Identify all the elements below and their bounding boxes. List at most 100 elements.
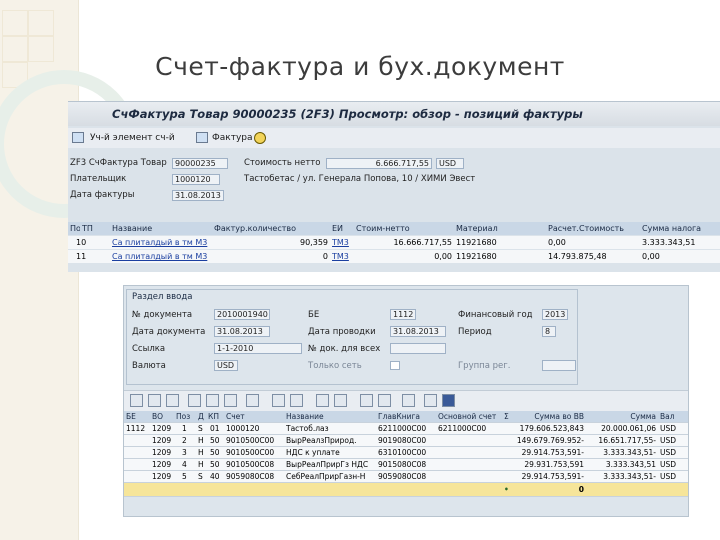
item-description-link[interactable]: Са плиталдый в тм М3: [112, 236, 212, 249]
invoice-window: СчФактура Товар 90000235 (2F3) Просмотр:…: [68, 101, 720, 272]
column-header: Фактур.количество: [214, 224, 296, 233]
document-number-field[interactable]: 2010001940: [214, 309, 270, 320]
cell-business-area: 1209: [152, 436, 172, 445]
cell-posting-key: 01: [210, 424, 220, 433]
subtotal-icon[interactable]: [290, 394, 303, 407]
invoice-date-field[interactable]: 31.08.2013: [172, 190, 224, 201]
display-icon[interactable]: [254, 132, 266, 144]
net-only-checkbox[interactable]: [390, 361, 400, 370]
accounting-icon[interactable]: [72, 132, 84, 143]
cell-currency: USD: [660, 448, 677, 457]
item-cost: 14.793.875,48: [548, 252, 607, 261]
export-icon[interactable]: [360, 394, 373, 407]
grid-toolbar: [124, 390, 688, 412]
ledger-group-field[interactable]: [542, 360, 576, 371]
column-header: Название: [112, 224, 153, 233]
filter-icon[interactable]: [224, 394, 237, 407]
table-row[interactable]: 1209 5 S 40 9059080C08 СебРеалПрирГазн-Н…: [124, 471, 688, 483]
fiscal-year-field[interactable]: 2013: [542, 309, 568, 320]
column-header: Сумма во ВВ: [534, 412, 584, 421]
cross-doc-label: № док. для всех: [308, 344, 381, 354]
cell-amount: 3.333.343,51-: [603, 448, 656, 457]
cell-name: Тастоб.лаз: [286, 424, 329, 433]
payer-field[interactable]: 1000120: [172, 174, 220, 185]
layout-icon[interactable]: [378, 394, 391, 407]
item-tax: 0,00: [642, 252, 660, 261]
currency-label: Валюта: [132, 361, 166, 371]
table-row[interactable]: 11 Са плиталдый в тм М3 0 ТМ3 0,00 11921…: [68, 250, 720, 263]
payer-address: Тастобетас / ул. Генерала Попова, 10 / Х…: [244, 174, 476, 184]
invoice-toolbar: Уч-й элемент сч-й Фактура: [68, 128, 720, 148]
cell-account: 9010500C00: [226, 436, 275, 445]
cell-amount-lc: 179.606.523,843: [519, 424, 584, 433]
reference-field[interactable]: 1-1-2010: [214, 343, 302, 354]
table-row[interactable]: 1112 1209 1 S 01 1000120 Тастоб.лаз 6211…: [124, 423, 688, 435]
item-quantity: 90,359: [300, 238, 328, 247]
cell-gl: 6211000C00: [378, 424, 427, 433]
slide-title: Счет-фактура и бух.документ: [155, 52, 565, 81]
cell-gl: 9059080C08: [378, 472, 427, 481]
cell-name: СебРеалПрирГазн-Н: [286, 472, 366, 481]
cell-main-account: 6211000C00: [438, 424, 487, 433]
net-value-label: Стоимость нетто: [244, 158, 321, 168]
item-unit[interactable]: ТМ3: [332, 250, 352, 263]
find-next-icon[interactable]: [206, 394, 219, 407]
net-value-currency[interactable]: USD: [436, 158, 464, 169]
period-label: Период: [458, 327, 492, 337]
details-icon[interactable]: [130, 394, 143, 407]
period-field[interactable]: 8: [542, 326, 556, 337]
table-row[interactable]: 1209 4 H 50 9010500C08 ВырРеалПрирГз НДС…: [124, 459, 688, 471]
toolbar-invoice-button[interactable]: Фактура: [212, 128, 253, 148]
find-icon[interactable]: [188, 394, 201, 407]
decor-tile: [28, 10, 54, 36]
document-date-field[interactable]: 31.08.2013: [214, 326, 270, 337]
item-description-link[interactable]: Са плиталдый в тм М3: [112, 250, 212, 263]
table-row[interactable]: 1209 2 H 50 9010500C00 ВырРеалзПрирод. 9…: [124, 435, 688, 447]
posting-date-label: Дата проводки: [308, 327, 376, 337]
cell-name: ВырРеалзПрирод.: [286, 436, 357, 445]
net-value-field[interactable]: 6.666.717,55: [326, 158, 432, 169]
company-code-label: БЕ: [308, 310, 320, 320]
cell-posting-key: 50: [210, 460, 220, 469]
total-indicator: •: [504, 485, 509, 494]
info-icon[interactable]: [442, 394, 455, 407]
cell-dc: S: [198, 424, 203, 433]
invoice-icon[interactable]: [196, 132, 208, 143]
posting-date-field[interactable]: 31.08.2013: [390, 326, 446, 337]
column-header: Материал: [456, 224, 498, 233]
document-number-label: № документа: [132, 310, 193, 320]
print-icon[interactable]: [316, 394, 329, 407]
cell-business-area: 1209: [152, 424, 172, 433]
column-header: ТП: [82, 224, 93, 233]
column-header: Σ: [504, 412, 509, 421]
company-code-field[interactable]: 1112: [390, 309, 416, 320]
display-currency-icon[interactable]: [424, 394, 437, 407]
column-header: ЕИ: [332, 224, 344, 233]
total-row: • 0: [124, 483, 688, 497]
decor-tile: [2, 10, 28, 36]
cell-position: 1: [182, 424, 187, 433]
cell-posting-key: 40: [210, 472, 220, 481]
item-position: 10: [76, 238, 87, 247]
toolbar-accounting-button[interactable]: Уч-й элемент сч-й: [90, 128, 175, 148]
cell-currency: USD: [660, 436, 677, 445]
cell-position: 2: [182, 436, 187, 445]
view-icon[interactable]: [334, 394, 347, 407]
invoice-window-title: СчФактура Товар 90000235 (2F3) Просмотр:…: [68, 102, 720, 126]
select-layout-icon[interactable]: [402, 394, 415, 407]
ledger-group-label: Группа рег.: [458, 361, 511, 371]
cell-amount-lc: 29.931.753,591: [524, 460, 584, 469]
cell-currency: USD: [660, 460, 677, 469]
down-icon[interactable]: [166, 394, 179, 407]
currency-field[interactable]: USD: [214, 360, 238, 371]
sum-icon[interactable]: [272, 394, 285, 407]
table-row[interactable]: 10 Са плиталдый в тм М3 90,359 ТМ3 16.66…: [68, 236, 720, 249]
invoice-number-field[interactable]: 90000235: [172, 158, 228, 169]
cross-doc-field[interactable]: [390, 343, 446, 354]
item-unit[interactable]: ТМ3: [332, 236, 352, 249]
up-icon[interactable]: [148, 394, 161, 407]
cell-gl: 9015080C08: [378, 460, 427, 469]
sort-icon[interactable]: [246, 394, 259, 407]
invoice-date-label: Дата фактуры: [70, 190, 135, 200]
table-row[interactable]: 1209 3 H 50 9010500C00 НДС к уплате 6310…: [124, 447, 688, 459]
